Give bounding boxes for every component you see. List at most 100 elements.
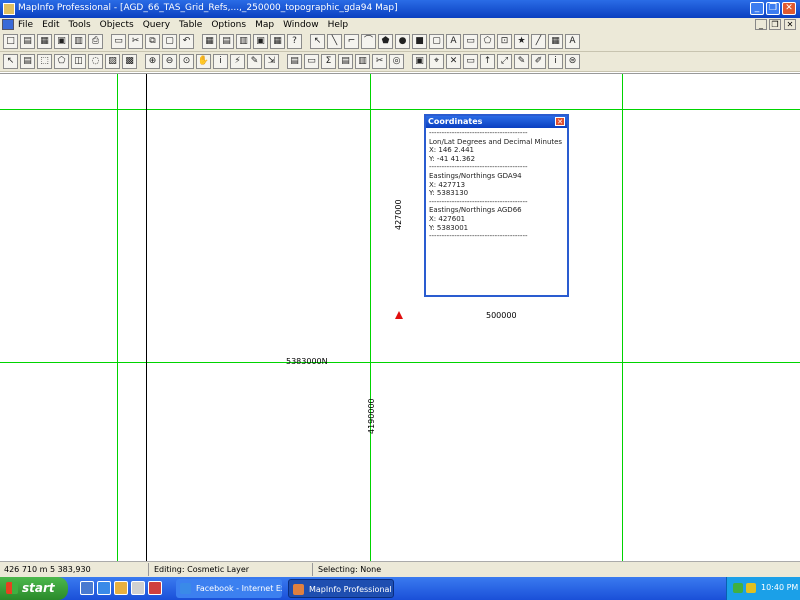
restore-button[interactable]: ❐ xyxy=(766,2,780,15)
reshape-icon[interactable]: ⬠ xyxy=(480,34,495,49)
menu-window[interactable]: Window xyxy=(283,20,319,30)
set-target-icon[interactable]: ◎ xyxy=(389,54,404,69)
clip-region-icon[interactable]: ✂ xyxy=(372,54,387,69)
zoom-out-icon[interactable]: ⊖ xyxy=(162,54,177,69)
tool-b-icon[interactable]: ✎ xyxy=(514,54,529,69)
region-style-icon[interactable]: ▦ xyxy=(548,34,563,49)
new-layout-icon[interactable]: ▣ xyxy=(253,34,268,49)
scale-bar-icon[interactable]: ▭ xyxy=(463,54,478,69)
rectangle-icon[interactable]: ■ xyxy=(412,34,427,49)
security-tray-icon[interactable] xyxy=(746,583,756,593)
polygon-select-icon[interactable]: ⬠ xyxy=(54,54,69,69)
text-style-icon[interactable]: A xyxy=(565,34,580,49)
clock[interactable]: 10:40 PM xyxy=(761,583,798,592)
polygon-icon[interactable]: ⬟ xyxy=(378,34,393,49)
open-table-icon[interactable]: ▤ xyxy=(20,34,35,49)
polyline-icon[interactable]: ⌐ xyxy=(344,34,359,49)
show-desktop-icon[interactable] xyxy=(80,581,94,595)
menu-file[interactable]: File xyxy=(18,20,33,30)
print-icon[interactable]: ⎙ xyxy=(88,34,103,49)
child-minimize-button[interactable]: _ xyxy=(755,19,767,30)
grabber-icon[interactable]: ✋ xyxy=(196,54,211,69)
new-redistrict-icon[interactable]: ▦ xyxy=(270,34,285,49)
copy-icon[interactable]: ⧉ xyxy=(145,34,160,49)
line-icon[interactable]: ╲ xyxy=(327,34,342,49)
line-style-icon[interactable]: ╱ xyxy=(531,34,546,49)
print-preview-icon[interactable]: ▭ xyxy=(111,34,126,49)
menu-tools[interactable]: Tools xyxy=(69,20,91,30)
new-mapper-icon[interactable]: ▤ xyxy=(219,34,234,49)
boundary-select-icon[interactable]: ◫ xyxy=(71,54,86,69)
tool-a-icon[interactable]: ⤢ xyxy=(497,54,512,69)
child-close-button[interactable]: ✕ xyxy=(784,19,796,30)
cut-icon[interactable]: ✂ xyxy=(128,34,143,49)
create-thematic-icon[interactable]: ▥ xyxy=(355,54,370,69)
statistics-icon[interactable]: Σ xyxy=(321,54,336,69)
menu-table[interactable]: Table xyxy=(179,20,202,30)
open-workspace-icon[interactable]: ▦ xyxy=(37,34,52,49)
network-tray-icon[interactable] xyxy=(733,583,743,593)
start-button[interactable]: start xyxy=(0,577,68,600)
new-table-icon[interactable]: □ xyxy=(3,34,18,49)
new-grapher-icon[interactable]: ▥ xyxy=(236,34,251,49)
internet-explorer-icon[interactable] xyxy=(97,581,111,595)
info-i-icon[interactable]: i xyxy=(548,54,563,69)
drag-map-icon[interactable]: ⇲ xyxy=(264,54,279,69)
overview-icon[interactable]: ⊜ xyxy=(565,54,580,69)
menu-help[interactable]: Help xyxy=(328,20,349,30)
layer-control-icon[interactable]: ▤ xyxy=(287,54,302,69)
symbol-style-icon[interactable]: ★ xyxy=(514,34,529,49)
menu-map[interactable]: Map xyxy=(255,20,274,30)
coordinates-close-button[interactable]: ✕ xyxy=(555,117,565,126)
undo-icon[interactable]: ↶ xyxy=(179,34,194,49)
mapinfo-app-icon[interactable] xyxy=(3,3,15,15)
select-arrow-icon[interactable]: ↖ xyxy=(310,34,325,49)
text-icon[interactable]: A xyxy=(446,34,461,49)
quicklaunch-media-icon[interactable] xyxy=(148,581,162,595)
new-browser-icon[interactable]: ▦ xyxy=(202,34,217,49)
zoom-in-icon[interactable]: ⊕ xyxy=(145,54,160,69)
point-marker[interactable] xyxy=(395,311,403,319)
gps-icon[interactable]: ⌖ xyxy=(429,54,444,69)
label-icon[interactable]: ✎ xyxy=(247,54,262,69)
ellipse-icon[interactable]: ● xyxy=(395,34,410,49)
save-table-icon[interactable]: ▣ xyxy=(54,34,69,49)
invert-selection-icon[interactable]: ▨ xyxy=(105,54,120,69)
show-coords-icon[interactable]: ▣ xyxy=(412,54,427,69)
map-window-icon[interactable] xyxy=(2,19,14,30)
tool-c-icon[interactable]: ✐ xyxy=(531,54,546,69)
task-facebook[interactable]: Facebook - Internet Explorer xyxy=(176,579,282,598)
select-icon[interactable]: ↖ xyxy=(3,54,18,69)
graph-select-icon[interactable]: ▩ xyxy=(122,54,137,69)
legend-icon[interactable]: ▤ xyxy=(338,54,353,69)
frame-icon[interactable]: ▭ xyxy=(463,34,478,49)
menu-edit[interactable]: Edit xyxy=(42,20,59,30)
minimize-button[interactable]: _ xyxy=(750,2,764,15)
menu-options[interactable]: Options xyxy=(211,20,246,30)
arc-icon[interactable]: ⌒ xyxy=(361,34,376,49)
north-arrow-icon[interactable]: ↑ xyxy=(480,54,495,69)
status-selecting[interactable]: Selecting: None xyxy=(318,565,381,574)
unselect-all-icon[interactable]: ◌ xyxy=(88,54,103,69)
close-button[interactable]: ✕ xyxy=(782,2,796,15)
help-pointer-icon[interactable]: ? xyxy=(287,34,302,49)
status-editing[interactable]: Editing: Cosmetic Layer xyxy=(154,565,249,574)
coordinates-title-bar[interactable]: Coordinates ✕ xyxy=(426,116,567,128)
coordinates-window[interactable]: Coordinates ✕ --------------------------… xyxy=(424,114,569,297)
menu-query[interactable]: Query xyxy=(143,20,170,30)
hotlink-icon[interactable]: ⚡ xyxy=(230,54,245,69)
marquee-select-icon[interactable]: ⬚ xyxy=(37,54,52,69)
menu-objects[interactable]: Objects xyxy=(100,20,134,30)
add-node-icon[interactable]: ⊡ xyxy=(497,34,512,49)
save-copy-icon[interactable]: ▥ xyxy=(71,34,86,49)
task-mapinfo[interactable]: MapInfo Professional - ... xyxy=(288,579,394,598)
radius-select-icon[interactable]: ▤ xyxy=(20,54,35,69)
child-restore-button[interactable]: ❐ xyxy=(769,19,781,30)
info-icon[interactable]: i xyxy=(213,54,228,69)
survey-icon[interactable]: ✕ xyxy=(446,54,461,69)
rounded-rect-icon[interactable]: ▢ xyxy=(429,34,444,49)
quicklaunch-app-icon[interactable] xyxy=(131,581,145,595)
change-view-icon[interactable]: ⊙ xyxy=(179,54,194,69)
ruler-icon[interactable]: ▭ xyxy=(304,54,319,69)
outlook-express-icon[interactable] xyxy=(114,581,128,595)
